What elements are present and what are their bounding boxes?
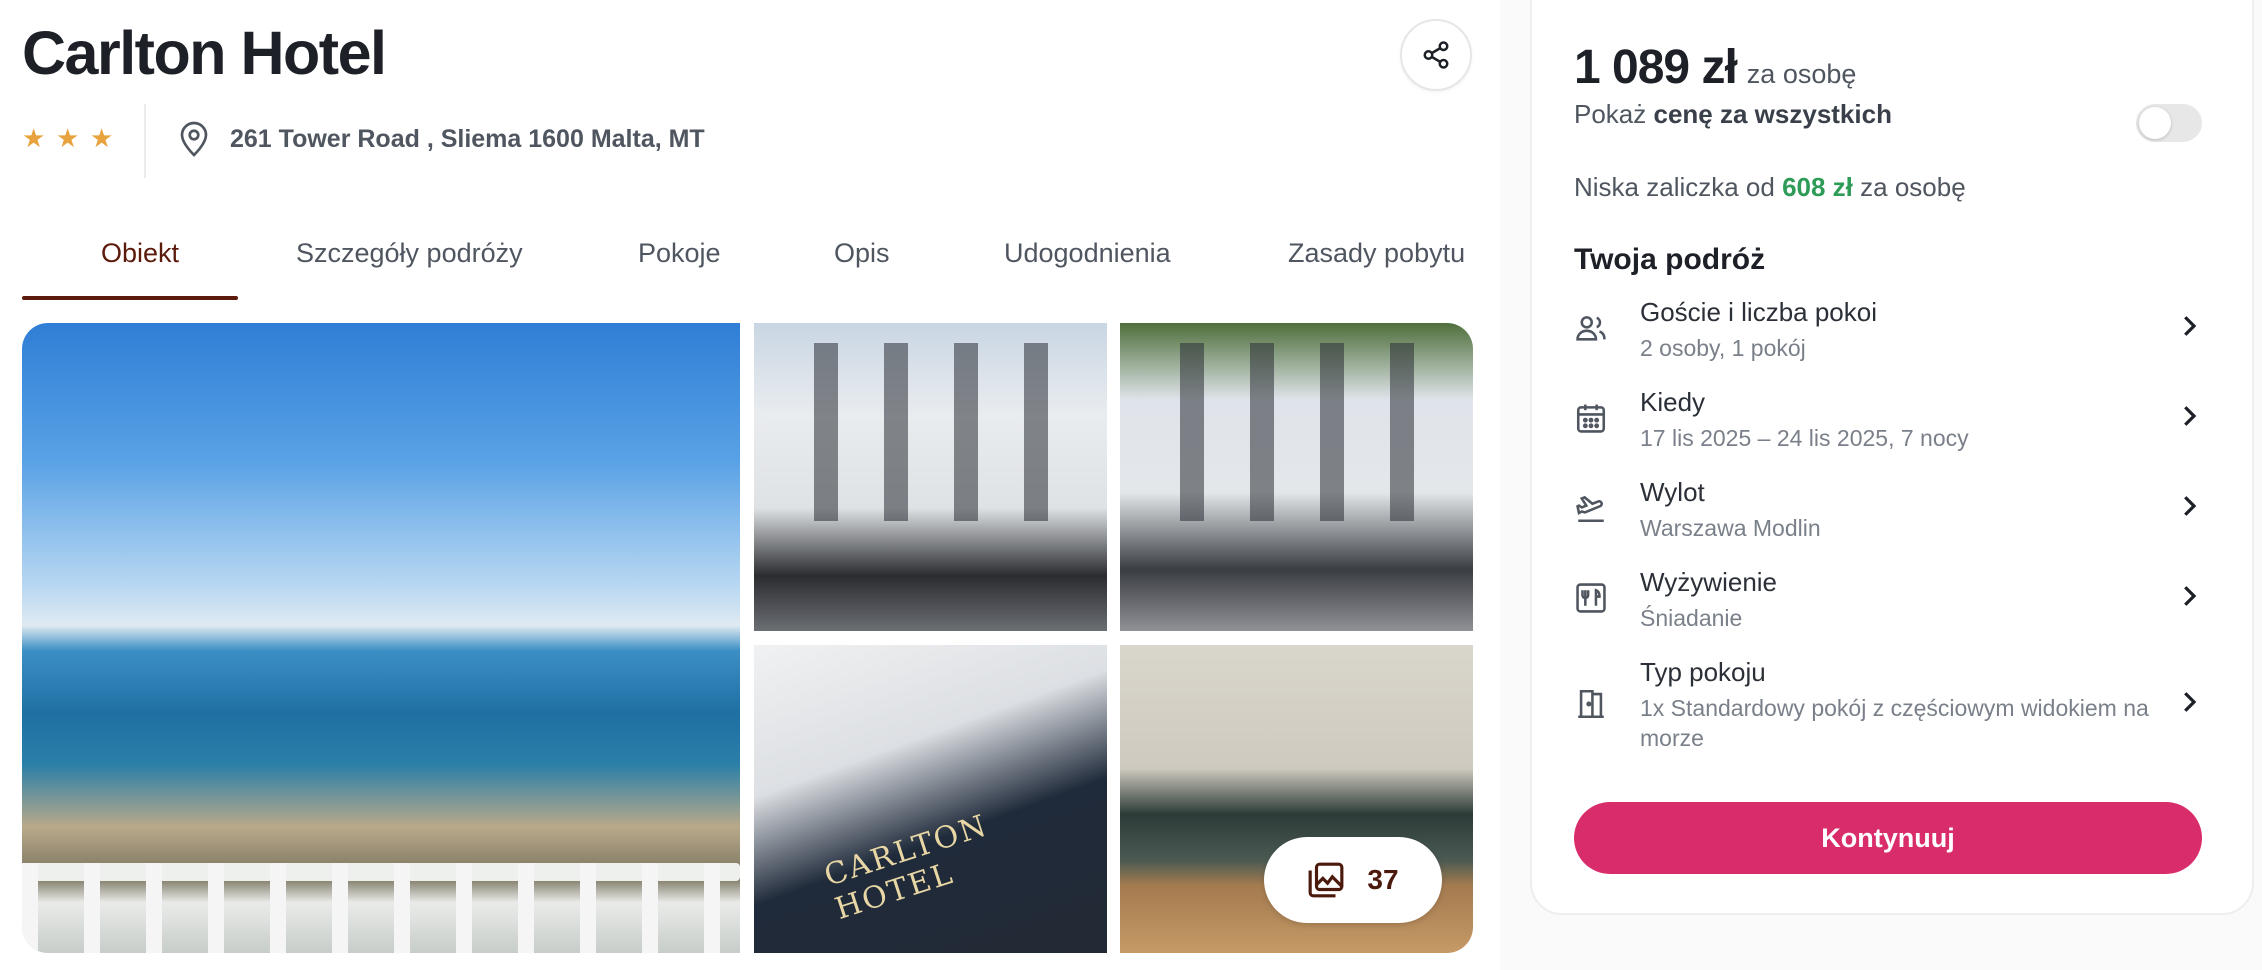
building-windows [794,343,1067,521]
photo-hotel-street[interactable] [1120,323,1473,631]
trip-row-value: Śniadanie [1640,605,1743,631]
location-pin-icon [180,121,208,157]
plane-departure-icon [1576,495,1604,523]
trip-row-departure[interactable]: Wylot Warszawa Modlin [1574,477,2214,547]
tab-pokoje[interactable]: Pokoje [638,238,721,269]
chevron-right-icon [2184,692,2197,712]
trip-row-value: 1x Standardowy pokój z częściowym widoki… [1640,695,2149,751]
balcony-railing-bars [22,863,740,953]
share-button[interactable] [1400,19,1472,91]
chevron-right-icon [2184,586,2197,606]
hotel-details-section: Carlton Hotel ★ ★ ★ 261 Tower Road , Sli… [0,0,1500,970]
star-rating: ★ ★ ★ [22,123,115,153]
hotel-address[interactable]: 261 Tower Road , Sliema 1600 Malta, MT [178,120,705,158]
address-text: 261 Tower Road , Sliema 1600 Malta, MT [230,124,705,153]
show-all-prefix: Pokaż [1574,99,1654,129]
trip-row-dates[interactable]: Kiedy 17 lis 2025 – 24 lis 2025, 7 nocy [1574,387,2214,457]
trip-row-label: Typ pokoju [1640,657,1766,687]
show-all-photos-button[interactable]: 37 [1264,837,1442,923]
show-price-for-all-toggle[interactable] [2136,104,2202,142]
share-icon [1423,41,1449,69]
trip-row-label: Wylot [1640,477,1705,507]
chevron-right-icon [2184,496,2197,516]
trip-row-value: Warszawa Modlin [1640,515,1821,541]
show-price-for-all-label: Pokaż cenę za wszystkich [1574,99,1892,130]
photo-gallery: CARLTON HOTEL [22,323,1473,953]
toggle-knob [2139,107,2171,139]
main-photo-sea-view[interactable] [22,323,740,953]
trip-row-label: Kiedy [1640,387,1706,417]
trip-row-label: Goście i liczba pokoi [1640,297,1877,327]
hotel-title: Carlton Hotel [22,19,387,87]
star-icon: ★ [56,123,80,153]
hotel-sign-text: CARLTON HOTEL [820,808,993,928]
guests-icon [1576,316,1606,341]
tab-udogodnienia[interactable]: Udogodnienia [1004,238,1171,269]
continue-button[interactable]: Kontynuuj [1574,802,2202,874]
low-deposit-info: Niska zaliczka od 608 zł za osobę [1574,172,1966,203]
show-all-bold: cenę za wszystkich [1653,99,1892,129]
tab-obiekt[interactable]: Obiekt [101,238,179,269]
tab-szczegoly-podrozy[interactable]: Szczegóły podróży [296,238,523,269]
deposit-suffix: za osobę [1852,172,1966,202]
deposit-amount: 608 zł [1782,172,1853,202]
active-tab-indicator [22,296,238,300]
building-windows [1160,343,1433,521]
meal-icon [1576,583,1606,613]
chevron-right-icon [2184,316,2197,336]
photo-count: 37 [1367,864,1399,895]
calendar-icon [1576,404,1606,433]
tab-bar: Obiekt Szczegóły podróży Pokoje Opis Udo… [22,220,1482,300]
chevron-right-icon [2184,406,2197,426]
trip-row-room-type[interactable]: Typ pokoju 1x Standardowy pokój z części… [1574,657,2214,757]
trip-row-meals[interactable]: Wyżywienie Śniadanie [1574,567,2214,637]
trip-section-title: Twoja podróż [1574,243,1766,276]
price-suffix: za osobę [1746,59,1857,89]
deposit-prefix: Niska zaliczka od [1574,172,1783,202]
price-line: 1 089 zł za osobę [1574,40,1856,95]
tab-zasady-pobytu[interactable]: Zasady pobytu [1288,238,1465,269]
door-icon [1578,689,1604,719]
booking-panel: 1 089 zł za osobę Pokaż cenę za wszystki… [1530,0,2254,915]
divider [144,104,146,178]
trip-row-value: 2 osoby, 1 pokój [1640,335,1806,361]
photo-hotel-sign[interactable]: CARLTON HOTEL [754,645,1107,953]
trip-row-guests[interactable]: Goście i liczba pokoi 2 osoby, 1 pokój [1574,297,2214,367]
photo-hotel-facade[interactable] [754,323,1107,631]
price-value: 1 089 zł [1574,41,1738,94]
star-icon: ★ [22,123,46,153]
photo-gallery-icon [1309,862,1344,898]
star-icon: ★ [90,123,114,153]
trip-row-value: 17 lis 2025 – 24 lis 2025, 7 nocy [1640,425,1969,451]
trip-row-label: Wyżywienie [1640,567,1778,597]
tab-opis[interactable]: Opis [834,238,890,269]
